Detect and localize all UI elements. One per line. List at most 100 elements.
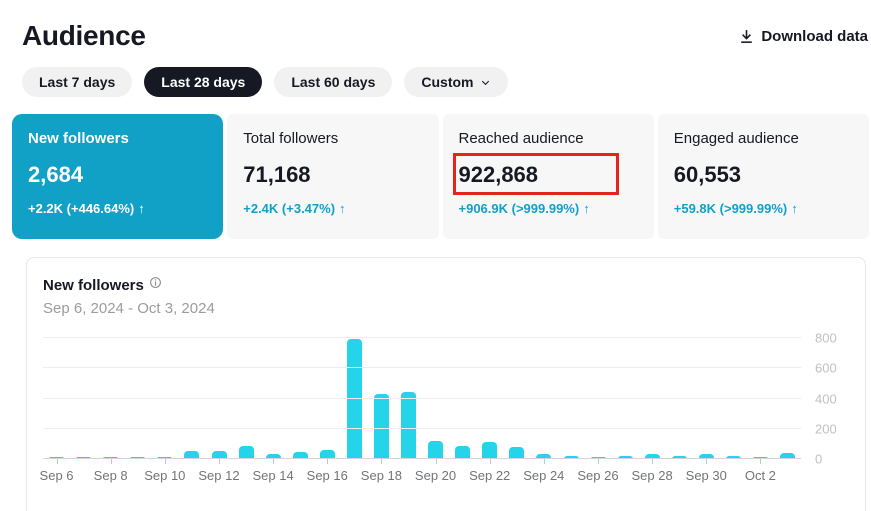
up-arrow-icon: ↑ — [791, 201, 798, 216]
stat-card-total-followers[interactable]: Total followers 71,168 +2.4K (+3.47%) ↑ — [227, 114, 438, 239]
bar-slot — [233, 338, 260, 459]
bar-slot — [314, 338, 341, 459]
bar-slot — [693, 338, 720, 459]
bar-sep-22[interactable] — [482, 442, 497, 459]
x-axis-label: Sep 22 — [469, 468, 510, 483]
stat-label: New followers — [28, 130, 207, 147]
bar-slot — [151, 338, 178, 459]
bars-container — [43, 338, 801, 459]
bar-slot — [585, 338, 612, 459]
stat-label: Total followers — [243, 130, 422, 147]
page-header: Audience Download data — [22, 20, 868, 52]
x-axis-label: Sep 8 — [94, 468, 128, 483]
bar-slot — [422, 338, 449, 459]
bar-slot — [503, 338, 530, 459]
chevron-down-icon — [480, 77, 491, 88]
tab-last-60-days[interactable]: Last 60 days — [274, 67, 392, 97]
bar-slot — [476, 338, 503, 459]
bar-slot — [97, 338, 124, 459]
bar-sep-19[interactable] — [401, 392, 416, 459]
bar-slot — [774, 338, 801, 459]
chart-date-range: Sep 6, 2024 - Oct 3, 2024 — [43, 300, 849, 317]
up-arrow-icon: ↑ — [339, 201, 346, 216]
info-icon[interactable] — [149, 276, 162, 294]
bar-slot — [70, 338, 97, 459]
x-axis-label: Sep 10 — [144, 468, 185, 483]
gridline — [43, 398, 801, 399]
bar-slot — [260, 338, 287, 459]
bar-slot — [666, 338, 693, 459]
bar-chart: 0200400600800 Sep 6Sep 8Sep 10Sep 12Sep … — [43, 338, 849, 483]
up-arrow-icon: ↑ — [138, 201, 145, 216]
bar-slot — [178, 338, 205, 459]
stat-value: 2,684 — [28, 162, 83, 188]
stat-label: Engaged audience — [674, 130, 853, 147]
bar-slot — [395, 338, 422, 459]
stat-change-text: +2.2K (+446.64%) — [28, 201, 134, 216]
x-axis-label: Sep 6 — [40, 468, 74, 483]
bar-slot — [43, 338, 70, 459]
bar-slot — [612, 338, 639, 459]
x-axis-label: Oct 2 — [745, 468, 776, 483]
bar-slot — [341, 338, 368, 459]
tab-last-28-days[interactable]: Last 28 days — [144, 67, 262, 97]
x-axis-label: Sep 14 — [252, 468, 293, 483]
x-axis-label: Sep 20 — [415, 468, 456, 483]
x-axis-label: Sep 30 — [686, 468, 727, 483]
bar-slot — [124, 338, 151, 459]
stat-card-engaged-audience[interactable]: Engaged audience 60,553 +59.8K (>999.99%… — [658, 114, 869, 239]
stat-change-text: +59.8K (>999.99%) — [674, 201, 787, 216]
stat-cards: New followers 2,684 +2.2K (+446.64%) ↑ T… — [12, 114, 869, 239]
chart-title: New followers — [43, 277, 144, 294]
stat-value: 71,168 — [243, 162, 310, 188]
tab-last-7-days[interactable]: Last 7 days — [22, 67, 132, 97]
x-axis-label: Sep 18 — [361, 468, 402, 483]
bar-slot — [557, 338, 584, 459]
stat-value: 60,553 — [674, 162, 741, 188]
stat-card-new-followers[interactable]: New followers 2,684 +2.2K (+446.64%) ↑ — [12, 114, 223, 239]
bar-sep-17[interactable] — [347, 339, 362, 459]
bar-slot — [368, 338, 395, 459]
gridline — [43, 337, 801, 338]
y-axis-label: 600 — [815, 361, 837, 376]
stat-change: +2.4K (+3.47%) ↑ — [243, 201, 422, 216]
x-axis-label: Sep 24 — [523, 468, 564, 483]
page-title: Audience — [22, 20, 146, 52]
download-data-label: Download data — [761, 28, 868, 45]
tab-label: Last 28 days — [161, 74, 245, 90]
x-axis-label: Sep 26 — [577, 468, 618, 483]
x-axis: Sep 6 Sep 8 Sep 10 Sep 12 Sep 14 Sep 16 Sep 18… — [43, 459, 801, 483]
bar-slot — [287, 338, 314, 459]
chart-card: New followers Sep 6, 2024 - Oct 3, 2024 … — [26, 257, 866, 511]
bar-slot — [205, 338, 232, 459]
tab-label: Custom — [421, 74, 473, 90]
stat-label: Reached audience — [459, 130, 638, 147]
stat-change: +906.9K (>999.99%) ↑ — [459, 201, 638, 216]
bar-slot — [530, 338, 557, 459]
stat-change-text: +906.9K (>999.99%) — [459, 201, 580, 216]
tab-custom[interactable]: Custom — [404, 67, 507, 97]
download-data-button[interactable]: Download data — [738, 28, 868, 45]
stat-card-reached-audience[interactable]: Reached audience 922,868 +906.9K (>999.9… — [443, 114, 654, 239]
x-axis-label: Sep 28 — [631, 468, 672, 483]
y-axis-label: 0 — [815, 452, 822, 467]
x-axis-label: Sep 16 — [307, 468, 348, 483]
bar-sep-21[interactable] — [455, 446, 470, 459]
y-axis-label: 800 — [815, 331, 837, 346]
bar-sep-18[interactable] — [374, 394, 389, 459]
stat-value: 922,868 — [459, 162, 539, 188]
stat-change: +2.2K (+446.64%) ↑ — [28, 201, 207, 216]
bar-slot — [720, 338, 747, 459]
bar-slot — [747, 338, 774, 459]
up-arrow-icon: ↑ — [583, 201, 590, 216]
tab-label: Last 60 days — [291, 74, 375, 90]
x-axis-label: Sep 12 — [198, 468, 239, 483]
date-range-tabs: Last 7 days Last 28 days Last 60 days Cu… — [22, 67, 871, 97]
bar-sep-20[interactable] — [428, 441, 443, 459]
stat-change-text: +2.4K (+3.47%) — [243, 201, 335, 216]
bar-slot — [639, 338, 666, 459]
tab-label: Last 7 days — [39, 74, 115, 90]
gridline — [43, 367, 801, 368]
gridline — [43, 428, 801, 429]
download-icon — [738, 28, 755, 45]
